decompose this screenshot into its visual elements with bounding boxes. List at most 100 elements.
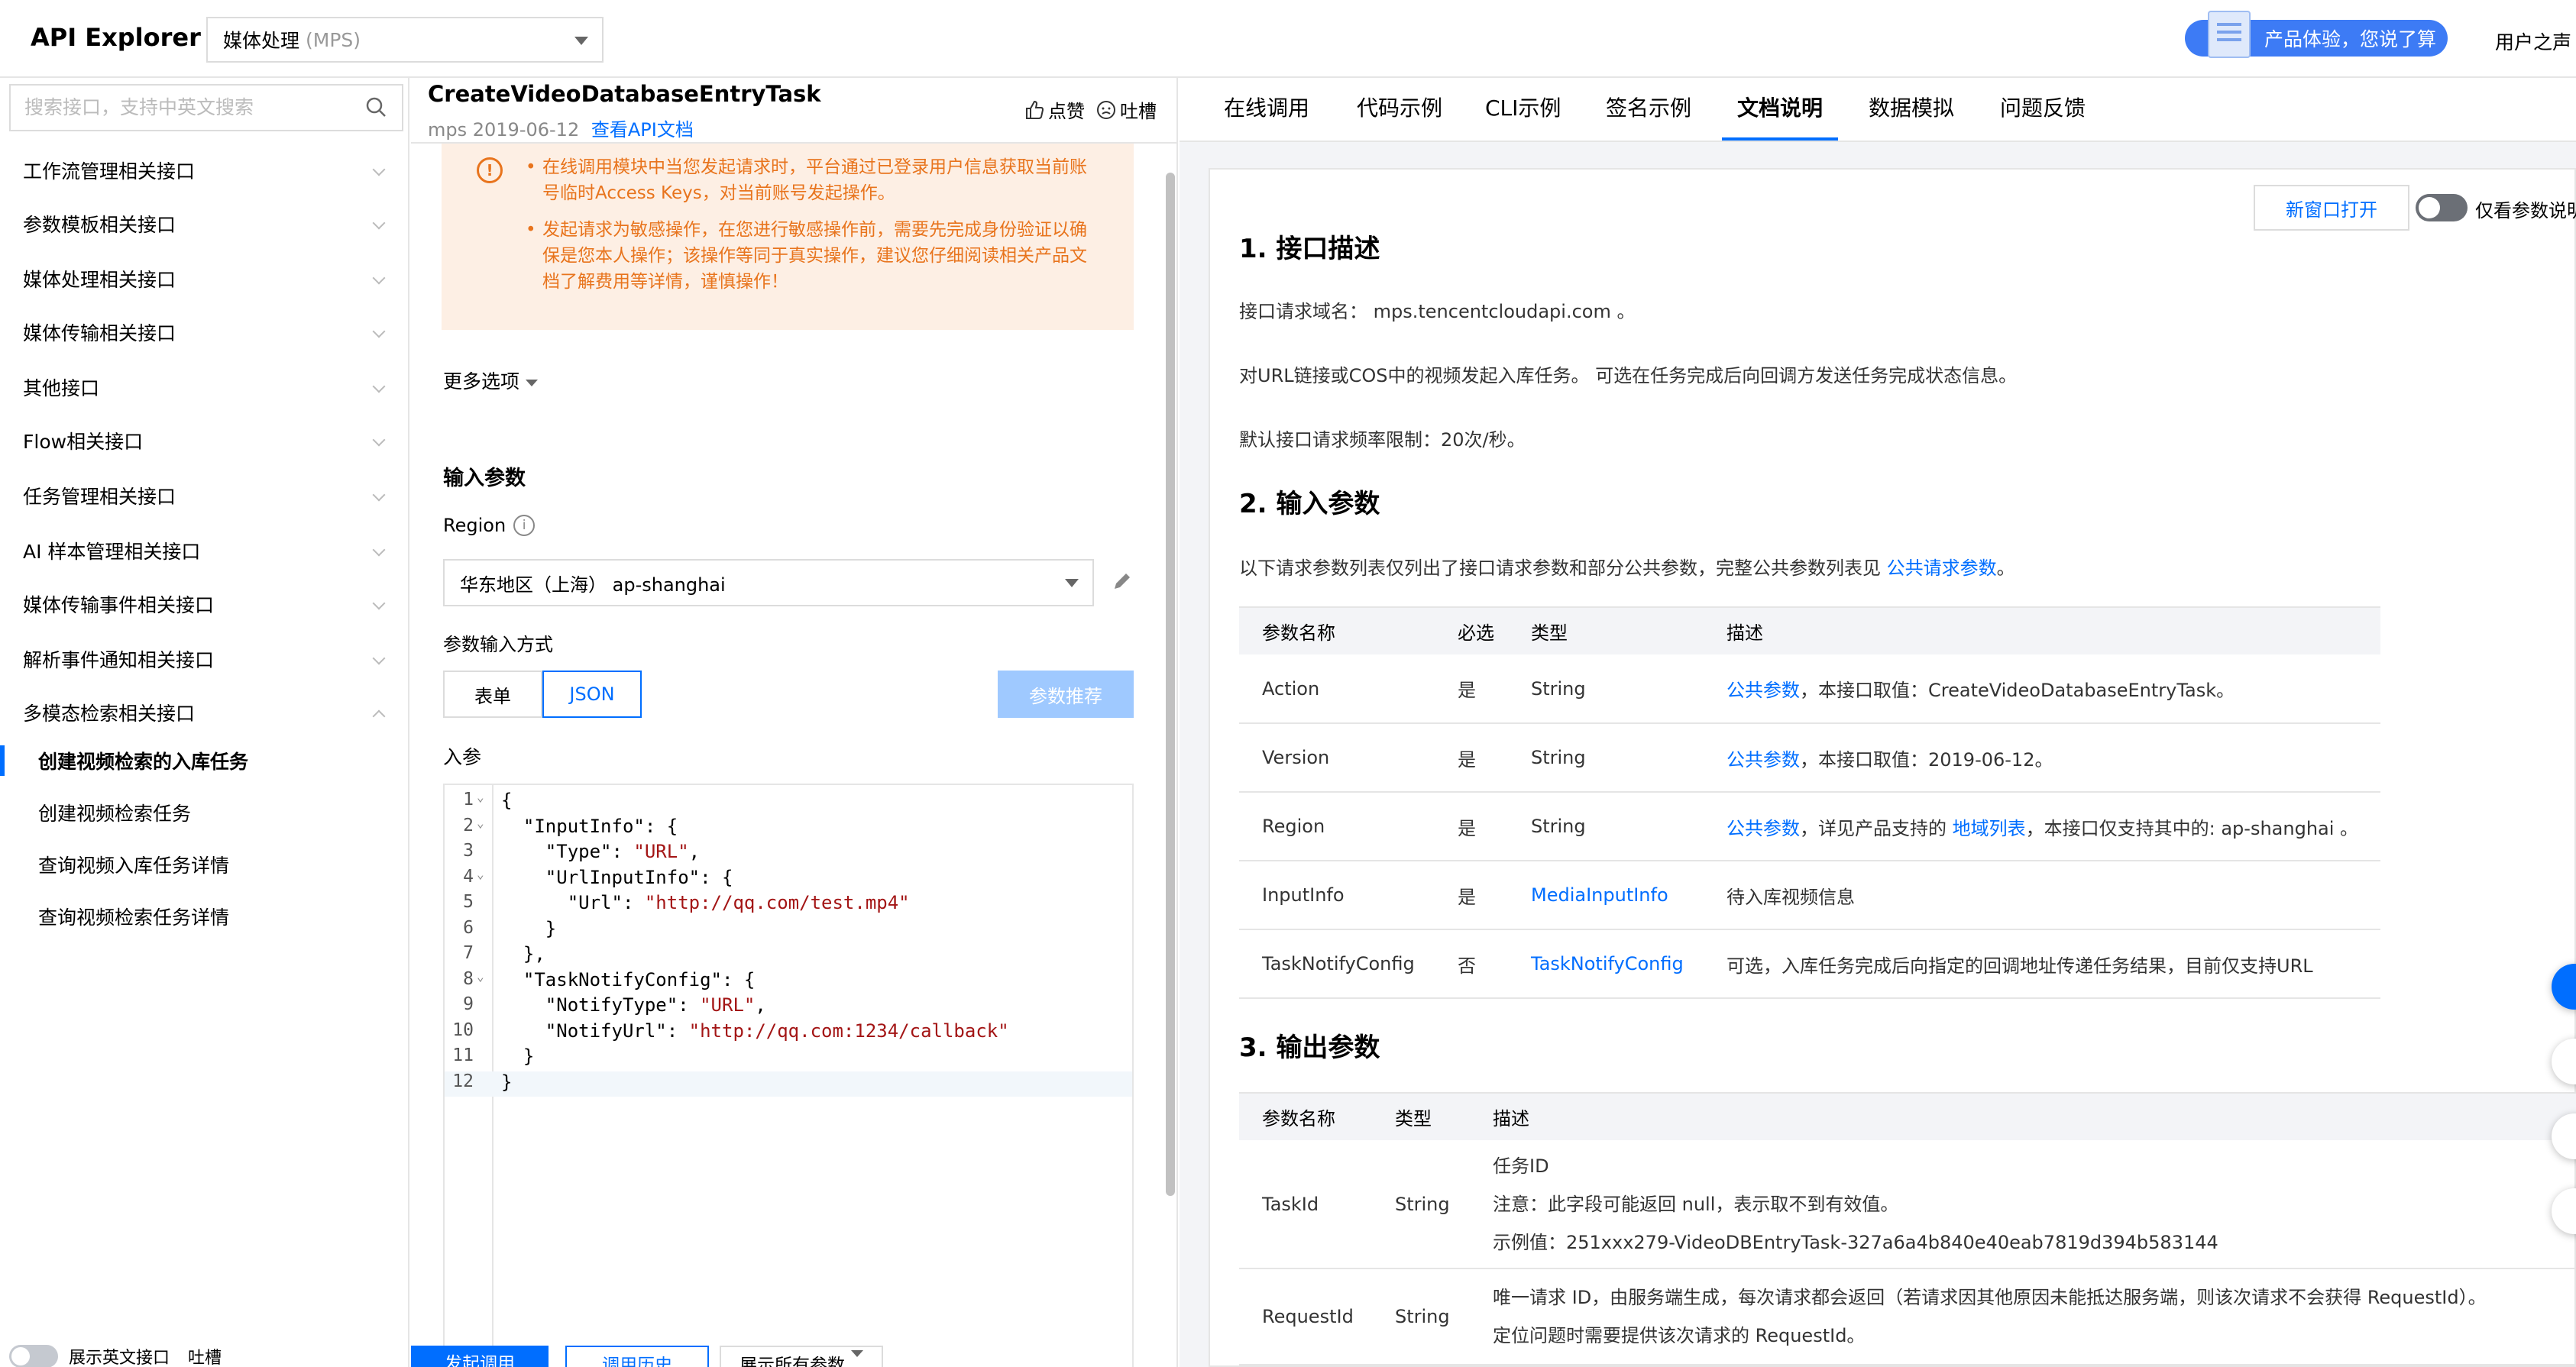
table-row: Action 是 String 公共参数，本接口取值：CreateVideoDatab… — [1239, 654, 2380, 724]
param-description: ，详见产品支持的 — [1800, 817, 1953, 839]
param-type[interactable]: TaskNotifyConfig — [1531, 953, 1684, 974]
line-number: 2 — [463, 815, 474, 835]
service-name: 媒体处理 — [223, 30, 300, 52]
code-line[interactable]: 2 ⌄ "InputInfo": { — [445, 816, 1132, 842]
sidebar-group[interactable]: Flow相关接口 — [0, 414, 408, 467]
sidebar-group[interactable]: 参数模板相关接口 — [0, 197, 408, 250]
code-line[interactable]: 3 "Type": "URL", — [445, 841, 1132, 867]
code-line[interactable]: 6 } — [445, 918, 1132, 944]
sidebar-group[interactable]: AI 样本管理相关接口 — [0, 524, 408, 577]
fold-icon[interactable]: ⌄ — [477, 790, 484, 804]
code-line[interactable]: 1 ⌄ { — [445, 790, 1132, 816]
tab-cli-example[interactable]: CLI示例 — [1485, 92, 1561, 141]
search-icon[interactable] — [365, 96, 387, 118]
code-line[interactable]: 12} — [445, 1071, 1132, 1097]
table-row: TaskNotifyConfig 否 TaskNotifyConfig 可选，入库任务… — [1239, 929, 2380, 999]
sidebar-group[interactable]: 媒体处理相关接口 — [0, 252, 408, 305]
survey-icon[interactable] — [2208, 11, 2251, 58]
region-list-link[interactable]: 地域列表 — [1953, 818, 2026, 839]
tab-online-call[interactable]: 在线调用 — [1224, 92, 1309, 141]
code-token: , — [755, 994, 766, 1016]
param-type[interactable]: MediaInputInfo — [1531, 884, 1668, 906]
more-options-toggle[interactable]: 更多选项 — [443, 367, 539, 394]
search-input[interactable] — [24, 86, 361, 128]
form-mode-button[interactable]: 表单 — [443, 671, 542, 718]
code-token: "InputInfo": { — [501, 815, 678, 837]
sidebar-group[interactable]: 多模态检索相关接口 — [0, 686, 408, 739]
common-param-link[interactable]: 公共参数 — [1727, 749, 1800, 771]
table-cell: String — [1372, 1268, 1470, 1365]
sidebar-group-label: Flow相关接口 — [23, 431, 144, 453]
tab-code-example[interactable]: 代码示例 — [1357, 92, 1442, 141]
common-param-link[interactable]: 公共参数 — [1727, 680, 1800, 701]
code-text: "Type": "URL", — [501, 841, 700, 862]
chevron-down-icon — [372, 651, 386, 665]
sidebar-group[interactable]: 媒体传输相关接口 — [0, 305, 408, 359]
service-select[interactable]: 媒体处理 (MPS) — [206, 17, 604, 63]
region-select[interactable]: 华东地区（上海） ap-shanghai — [443, 559, 1094, 606]
table-cell: 是 — [1435, 861, 1508, 930]
column-header: 参数名称 — [1239, 1092, 1372, 1140]
sidebar-item[interactable]: 查询视频检索任务详情 — [0, 890, 408, 942]
face-icon — [1097, 100, 1115, 119]
sidebar-item[interactable]: 创建视频检索的入库任务 — [0, 735, 408, 787]
column-header: 类型 — [1508, 606, 1704, 654]
code-token: "NotifyType": — [501, 994, 701, 1016]
code-line[interactable]: 11 } — [445, 1045, 1132, 1071]
sidebar-group[interactable]: 工作流管理相关接口 — [0, 144, 408, 197]
tab-signature-example[interactable]: 签名示例 — [1606, 92, 1691, 141]
column-header: 参数名称 — [1239, 606, 1435, 654]
tab-documentation[interactable]: 文档说明 — [1721, 92, 1839, 141]
param-recommend-button[interactable]: 参数推荐 — [998, 671, 1134, 718]
param-description: ，本接口取值：CreateVideoDatabaseEntryTask。 — [1800, 680, 2235, 701]
sidebar-group[interactable]: 任务管理相关接口 — [0, 469, 408, 522]
code-line[interactable]: 10 "NotifyUrl": "http://qq.com:1234/call… — [445, 1020, 1132, 1046]
sidebar-group[interactable]: 解析事件通知相关接口 — [0, 632, 408, 686]
table-cell: 否 — [1435, 929, 1508, 999]
view-doc-link[interactable]: 查看API文档 — [591, 119, 694, 141]
json-editor[interactable]: 1 ⌄{2 ⌄ "InputInfo": {3 "Type": "URL", 4 ⌄ "… — [443, 784, 1134, 1367]
scrollbar[interactable] — [1166, 173, 1175, 1196]
tab-data-mock[interactable]: 数据模拟 — [1869, 92, 1954, 141]
info-icon[interactable]: i — [513, 515, 536, 536]
domain-text: 接口请求域名： mps.tencentcloudapi.com 。 — [1239, 301, 1636, 322]
user-voice-link[interactable]: 用户之声 — [2495, 27, 2571, 55]
code-line[interactable]: 5 "Url": "http://qq.com/test.mp4" — [445, 892, 1132, 918]
input-intro: 以下请求参数列表仅列出了接口请求参数和部分公共参数，完整公共参数列表见 公共请求… — [1239, 553, 2015, 580]
fold-icon[interactable]: ⌄ — [477, 816, 484, 830]
sidebar-item[interactable]: 创建视频检索任务 — [0, 787, 408, 839]
input-params-table: 参数名称 必选 类型 描述 Action 是 String 公共参数，本接口取值：Cr… — [1239, 606, 2380, 999]
table-cell: TaskId — [1239, 1140, 1372, 1269]
warning-alert: ! 在线调用模块中当您发起请求时，平台通过已登录用户信息获取当前账号临时Acce… — [442, 144, 1134, 330]
footer-roast[interactable]: 吐槽 — [188, 1344, 222, 1367]
code-line[interactable]: 7 }, — [445, 943, 1132, 969]
sidebar-group[interactable]: 媒体传输事件相关接口 — [0, 577, 408, 631]
english-toggle[interactable] — [9, 1345, 58, 1367]
fold-icon[interactable]: ⌄ — [477, 969, 484, 984]
code-token: "TaskNotifyConfig": { — [501, 968, 756, 991]
code-text: } — [501, 918, 556, 939]
sidebar-footer: 展示英文接口 吐槽 — [0, 1344, 408, 1367]
line-number: 11 — [452, 1045, 474, 1065]
common-param-link[interactable]: 公共参数 — [1727, 818, 1800, 839]
call-history-button[interactable]: 调用历史 — [565, 1346, 709, 1367]
sidebar-item[interactable]: 查询视频入库任务详情 — [0, 839, 408, 890]
open-new-window-button[interactable]: 新窗口打开 — [2254, 185, 2409, 231]
api-search[interactable] — [9, 84, 403, 131]
like-button[interactable]: 点赞 — [1024, 96, 1085, 123]
edit-icon[interactable] — [1111, 570, 1134, 593]
show-all-params-button[interactable]: 展示所有参数 — [720, 1346, 883, 1367]
send-request-button[interactable]: 发起调用 — [411, 1346, 549, 1367]
json-mode-button[interactable]: JSON — [542, 671, 642, 718]
code-line[interactable]: 4 ⌄ "UrlInputInfo": { — [445, 867, 1132, 893]
code-line[interactable]: 9 "NotifyType": "URL", — [445, 994, 1132, 1020]
sidebar-group[interactable]: 其他接口 — [0, 360, 408, 414]
common-params-link[interactable]: 公共请求参数 — [1887, 557, 1997, 579]
param-type: String — [1531, 816, 1586, 837]
code-line[interactable]: 8 ⌄ "TaskNotifyConfig": { — [445, 969, 1132, 995]
fold-icon[interactable]: ⌄ — [477, 867, 484, 881]
tab-feedback[interactable]: 问题反馈 — [2000, 92, 2086, 141]
only-params-toggle[interactable] — [2416, 194, 2468, 221]
roast-button[interactable]: 吐槽 — [1095, 96, 1157, 123]
code-string: "URL" — [633, 841, 689, 862]
